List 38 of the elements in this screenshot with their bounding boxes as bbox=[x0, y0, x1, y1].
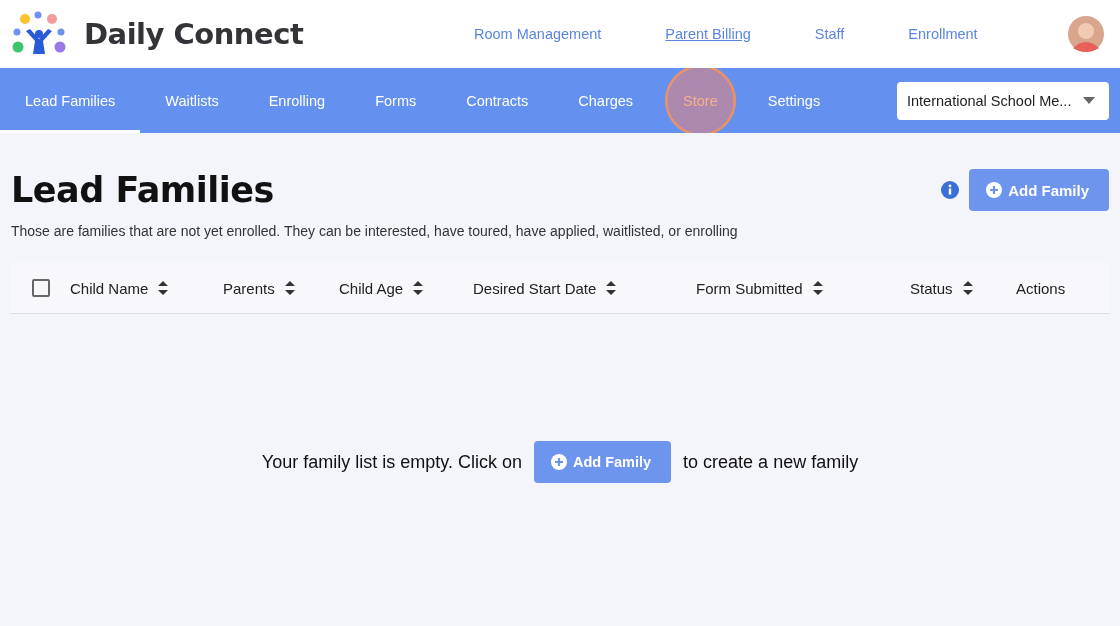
brand-name: Daily Connect bbox=[84, 17, 304, 51]
sort-icon[interactable] bbox=[606, 281, 617, 295]
school-dropdown[interactable]: International School Me... bbox=[897, 81, 1109, 120]
nav-link[interactable]: Room Management bbox=[474, 26, 602, 42]
tab[interactable]: Enrolling bbox=[243, 68, 351, 133]
tab[interactable]: Lead Families bbox=[0, 68, 141, 133]
tab[interactable]: Forms bbox=[350, 68, 442, 133]
column-header[interactable]: Actions bbox=[1016, 279, 1066, 297]
sort-icon[interactable] bbox=[158, 281, 169, 295]
tab[interactable]: Waitlists bbox=[140, 68, 244, 133]
column-header[interactable]: Form Submitted bbox=[696, 279, 823, 297]
tab[interactable]: Settings bbox=[742, 68, 846, 133]
add-family-button[interactable]: Add Family bbox=[533, 441, 672, 483]
empty-message: Your family list is empty. Click on bbox=[261, 451, 522, 473]
nav-link[interactable]: Staff bbox=[814, 26, 845, 42]
column-header[interactable]: Child Name bbox=[70, 279, 169, 297]
select-all-checkbox[interactable] bbox=[32, 279, 50, 297]
page-title: Lead Families bbox=[11, 170, 274, 210]
empty-message: to create a new family bbox=[683, 451, 859, 473]
caret-icon bbox=[1083, 97, 1095, 104]
page-description: Those are families that are not yet enrolled. They can be interested, have toured, have applied, waitlisted, or enrolling bbox=[11, 223, 739, 239]
sort-icon[interactable] bbox=[812, 281, 823, 295]
sort-icon[interactable] bbox=[413, 281, 424, 295]
tab[interactable]: Contracts bbox=[441, 68, 554, 133]
plus-circle-icon bbox=[550, 454, 567, 470]
info-icon[interactable] bbox=[941, 181, 960, 199]
sort-icon[interactable] bbox=[284, 281, 295, 295]
column-header[interactable]: Parents bbox=[223, 279, 295, 297]
column-header[interactable]: Child Age bbox=[339, 279, 424, 297]
column-header[interactable]: Desired Start Date bbox=[473, 279, 617, 297]
nav-link[interactable]: Parent Billing bbox=[665, 26, 751, 42]
plus-circle-icon bbox=[986, 182, 1003, 198]
avatar-icon[interactable] bbox=[1068, 16, 1104, 52]
nav-link[interactable]: Enrollment bbox=[908, 26, 978, 42]
tab[interactable]: Charges bbox=[553, 68, 659, 133]
column-header[interactable]: Status bbox=[910, 279, 973, 297]
sort-icon[interactable] bbox=[962, 281, 973, 295]
add-family-button[interactable]: Add Family bbox=[969, 169, 1109, 211]
